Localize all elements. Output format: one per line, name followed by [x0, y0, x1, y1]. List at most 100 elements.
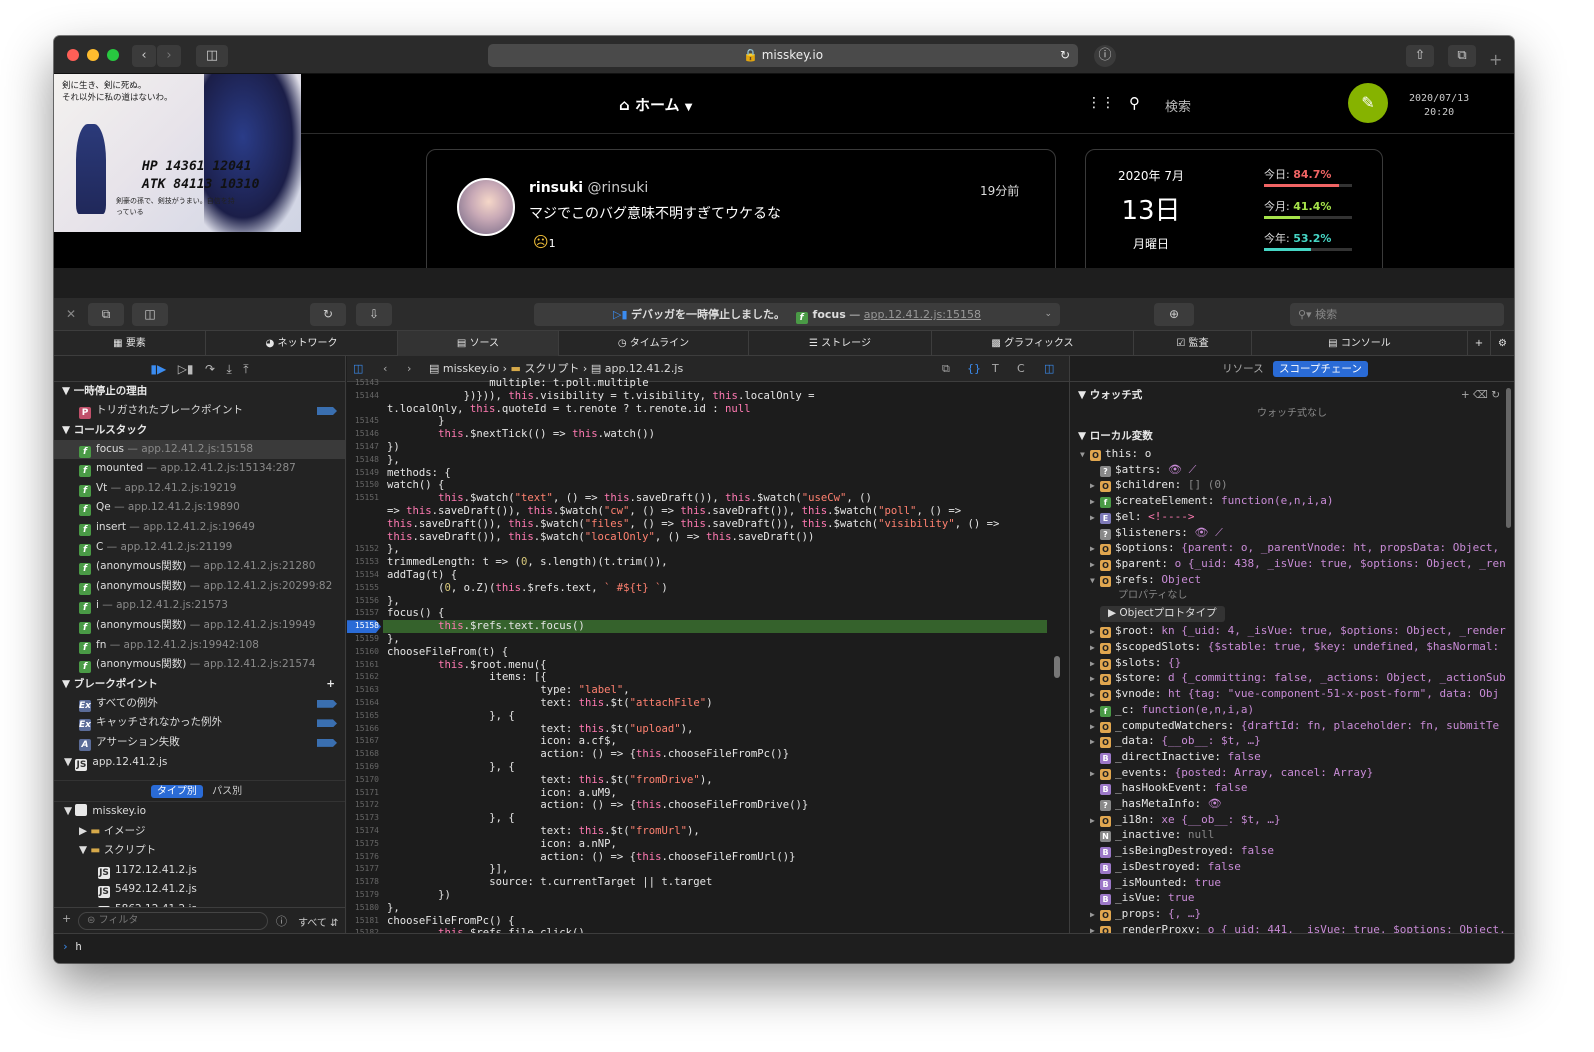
line-number[interactable]: 15147 — [347, 441, 379, 454]
continue-icon[interactable]: ▷▮ — [178, 362, 194, 376]
tab-network[interactable]: ◕ ネットワーク — [206, 331, 398, 356]
tabs-overview-button[interactable]: ⧉ — [1448, 45, 1476, 67]
watch-header[interactable]: ▼ ウォッチ式 + ⌫ ↻ — [1070, 386, 1514, 405]
tab-scope-chain[interactable]: スコープチェーン — [1272, 361, 1368, 377]
line-number[interactable]: 15149 — [347, 467, 379, 480]
line-number[interactable]: 15150 — [347, 479, 379, 492]
line-number[interactable]: 15146 — [347, 428, 379, 441]
scope-variable[interactable]: B _directInactive: false — [1090, 749, 1261, 765]
tab-audit[interactable]: ☑ 監査 — [1134, 331, 1252, 356]
add-icon[interactable]: + — [62, 912, 71, 925]
line-number[interactable]: 15179 — [347, 889, 379, 902]
line-number[interactable]: 15169 — [347, 761, 379, 774]
scope-variable[interactable]: B _isDestroyed: false — [1090, 859, 1241, 875]
line-number[interactable]: 15176 — [347, 851, 379, 864]
scope-variable[interactable]: ▼ Othis: o — [1080, 446, 1151, 462]
breadcrumb-folder[interactable]: スクリプト — [524, 362, 579, 375]
detach-icon[interactable]: ⧉ — [88, 303, 124, 326]
line-number[interactable]: 15144 — [347, 390, 379, 403]
reload-icon[interactable]: ↻ — [1060, 44, 1070, 67]
group-by-path-button[interactable]: パス別 — [206, 785, 248, 798]
bp-uncaught-exceptions[interactable]: Ex キャッチされなかった例外 — [54, 713, 345, 733]
dock-side-icon[interactable]: ◫ — [132, 303, 168, 326]
callstack-header[interactable]: ▼ コールスタック — [54, 421, 345, 440]
breakpoints-header[interactable]: ▼ ブレークポイント + — [54, 675, 345, 694]
callstack-frame[interactable]: f mounted — app.12.41.2.js:15134:287 — [54, 459, 345, 479]
close-inspector-icon[interactable]: ✕ — [66, 307, 76, 321]
scope-scrollbar[interactable] — [1506, 388, 1511, 528]
line-number[interactable]: 15158 — [347, 620, 379, 633]
line-number[interactable]: 15148 — [347, 454, 379, 467]
back-button[interactable]: ‹ — [132, 45, 156, 67]
locals-header[interactable]: ▼ ローカル変数 — [1070, 427, 1514, 446]
step-out-icon[interactable]: ⤒ — [243, 362, 248, 376]
apps-grid-icon[interactable]: ⋮⋮ — [1087, 95, 1115, 111]
callstack-frame[interactable]: f (anonymous関数) — app.12.41.2.js:21280 — [54, 557, 345, 577]
line-number[interactable]: 15153 — [347, 556, 379, 569]
line-number[interactable]: 15162 — [347, 671, 379, 684]
scope-variable[interactable]: ▶ O $parent: o {_uid: 438, _isVue: true, $… — [1090, 556, 1506, 572]
scope-variable[interactable]: ▶ O $vnode: ht {tag: "vue-component-51-x-p… — [1090, 686, 1499, 702]
scope-variable[interactable]: B _isVue: true — [1090, 890, 1194, 906]
step-over-icon[interactable]: ↷ — [205, 362, 215, 376]
tree-file[interactable]: JS 5492.12.41.2.js — [54, 880, 345, 900]
line-number[interactable]: 15161 — [347, 659, 379, 672]
breakpoints-toggle-icon[interactable]: ▮▶ — [150, 362, 166, 376]
note-author[interactable]: rinsuki @rinsuki — [529, 180, 648, 196]
line-number[interactable]: 15154 — [347, 569, 379, 582]
scope-variable[interactable]: ▶ E $el: <!----> — [1090, 509, 1194, 525]
line-number[interactable]: 15175 — [347, 838, 379, 851]
step-in-icon[interactable]: ⤓ — [227, 362, 232, 376]
line-number[interactable]: 15173 — [347, 812, 379, 825]
object-prototype-row[interactable]: ▶ Objectプロトタイプ — [1100, 605, 1225, 622]
editor-scrollbar[interactable] — [1054, 656, 1060, 678]
share-button[interactable]: ⇧ — [1406, 45, 1434, 67]
element-picker-icon[interactable]: ⊕ — [1154, 303, 1194, 326]
line-number[interactable]: 15159 — [347, 633, 379, 646]
bp-all-exceptions[interactable]: Ex すべての例外 — [54, 694, 345, 714]
sidebar-toggle-button[interactable]: ◫ — [196, 45, 228, 67]
copy-icon[interactable]: ⧉ — [942, 356, 950, 382]
tab-timeline[interactable]: ◷ タイムライン — [559, 331, 749, 356]
line-number[interactable]: 15156 — [347, 595, 379, 608]
line-number[interactable]: 15152 — [347, 543, 379, 556]
back-icon[interactable]: ‹ — [383, 356, 387, 382]
search-icon[interactable]: ⚲ — [1129, 94, 1140, 112]
line-number[interactable]: 15172 — [347, 799, 379, 812]
type-icon[interactable]: T — [992, 356, 999, 382]
line-number[interactable]: 15145 — [347, 415, 379, 428]
callstack-frame[interactable]: f fn — app.12.41.2.js:19942:108 — [54, 636, 345, 656]
scope-variable[interactable]: ▶ O _computedWatchers: {draftId: fn, place… — [1090, 718, 1499, 734]
breadcrumb-domain[interactable]: misskey.io — [443, 362, 499, 375]
callstack-frame[interactable]: f (anonymous関数) — app.12.41.2.js:20299:82 — [54, 577, 345, 597]
filter-scope-select[interactable]: すべて ⇵ — [298, 914, 338, 929]
tree-domain[interactable]: ▼ misskey.io — [54, 802, 345, 822]
line-number[interactable]: 15170 — [347, 774, 379, 787]
scope-variable[interactable]: ? $attrs: 👁 ⟋ — [1090, 462, 1196, 478]
tree-file[interactable]: JS 1172.12.41.2.js — [54, 861, 345, 881]
info-icon[interactable]: ⓘ — [276, 913, 287, 929]
scope-variable[interactable]: ▶ O _i18n: xe {__ob__: $t, …} — [1090, 812, 1281, 828]
scope-variable[interactable]: N _inactive: null — [1090, 827, 1214, 843]
filter-input[interactable]: ⊜ フィルタ — [78, 912, 268, 930]
scope-variable[interactable]: ▶ O _renderProxy: o {_uid: 441, _isVue: tr… — [1090, 922, 1506, 933]
pause-reason-row[interactable]: P トリガされたブレークポイント — [54, 401, 345, 421]
callstack-frame[interactable]: f Vt — app.12.41.2.js:19219 — [54, 479, 345, 499]
download-icon[interactable]: ⇩ — [356, 303, 392, 326]
search-label[interactable]: 検索 — [1165, 96, 1191, 115]
line-number[interactable]: 15174 — [347, 825, 379, 838]
new-tab-button[interactable]: + — [1489, 50, 1502, 69]
scope-variable[interactable]: ▶ f $createElement: function(e,n,i,a) — [1090, 493, 1334, 509]
line-number[interactable]: 15166 — [347, 723, 379, 736]
line-number[interactable]: 15157 — [347, 607, 379, 620]
line-number[interactable]: 15164 — [347, 697, 379, 710]
bp-assertion-failure[interactable]: A アサーション失敗 — [54, 733, 345, 753]
scope-variable[interactable]: ▼ O $refs: Object — [1090, 572, 1201, 588]
scope-variable[interactable]: ▶ O _events: {posted: Array, cancel: Array… — [1090, 765, 1373, 781]
scope-variable[interactable]: B _isMounted: true — [1090, 875, 1221, 891]
settings-gear-icon[interactable]: ⚙ — [1491, 331, 1514, 356]
tab-elements[interactable]: ▦ 要素 — [54, 331, 206, 356]
line-number[interactable]: 15167 — [347, 735, 379, 748]
scope-variable[interactable]: ▶ O $slots: {} — [1090, 655, 1181, 671]
tree-images-folder[interactable]: ▶ ▬ イメージ — [54, 822, 345, 842]
